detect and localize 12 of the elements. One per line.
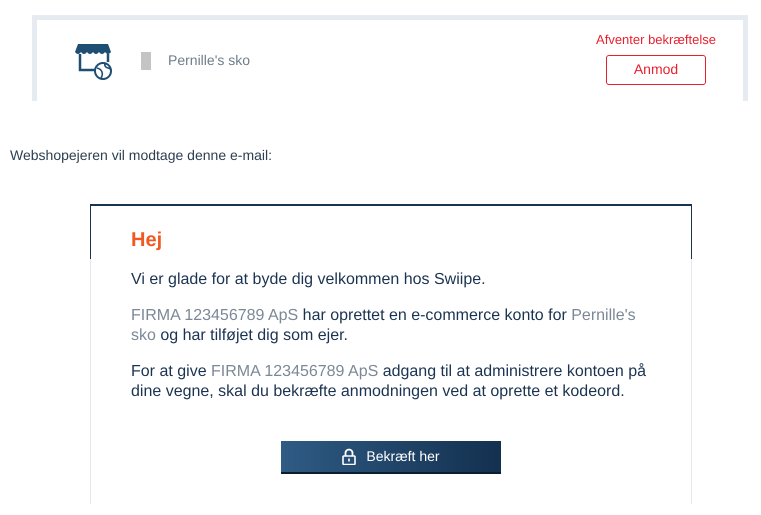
email-paragraph: For at give FIRMA 123456789 ApS adgang til at administrere kontoen på dine vegne, skal du bekræfte anmodningen ved at oprette et kodeord. <box>131 362 647 402</box>
lock-icon <box>342 448 356 465</box>
email-paragraph: Vi er glade for at byde dig velkommen hos Swiipe. <box>131 270 487 290</box>
greeting-heading: Hej <box>131 228 164 252</box>
logo-placeholder <box>141 52 151 70</box>
intro-text: Webshopejeren vil modtage denne e-mail: <box>10 146 274 165</box>
email-paragraph: FIRMA 123456789 ApS har oprettet en e-commerce konto for Pernille's sko og har tilføjet dig som ejer. <box>131 306 637 346</box>
shop-name: Pernille's sko <box>168 51 250 70</box>
confirm-button[interactable]: Bekræft her <box>281 441 501 474</box>
storefront-globe-icon <box>75 42 113 80</box>
status-text: Afventer bekræftelse <box>596 31 716 50</box>
request-button[interactable]: Anmod <box>606 54 706 85</box>
